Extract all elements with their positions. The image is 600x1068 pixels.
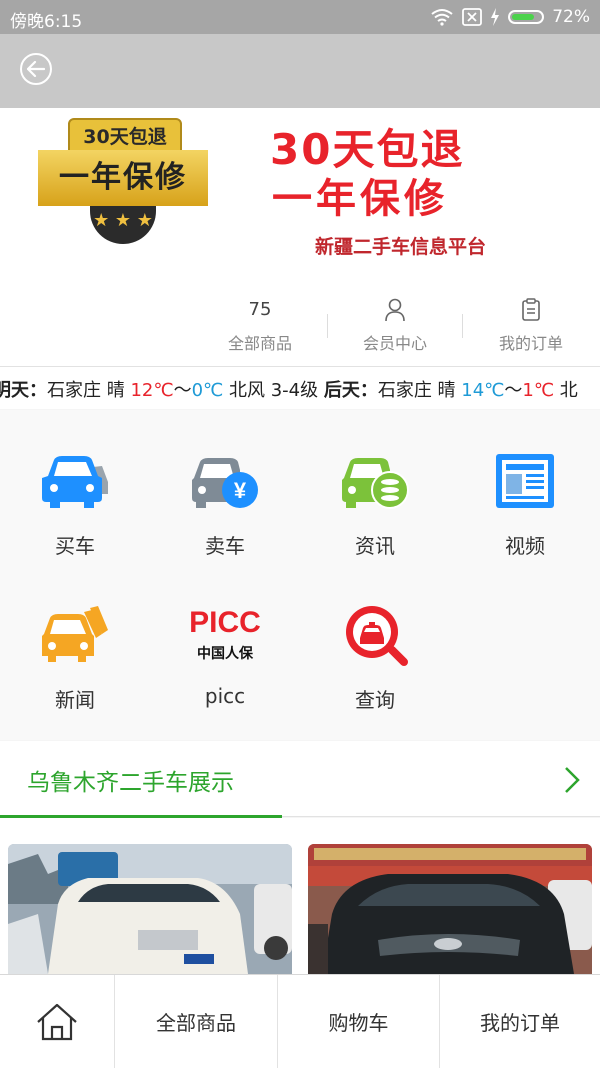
tab-label: 购物车 bbox=[328, 1011, 389, 1035]
all-products-stat[interactable]: 75 全部商品 bbox=[200, 298, 320, 354]
grid-item-video[interactable]: 视频 bbox=[450, 446, 600, 559]
bottom-tab-bar: 全部商品 购物车 我的订单 bbox=[0, 974, 600, 1068]
grid-label: 买车 bbox=[55, 534, 95, 558]
ticker-high: 14℃ bbox=[461, 380, 505, 401]
grid-label: picc bbox=[204, 684, 246, 708]
picc-logo-icon: PICC 中国人保 bbox=[190, 606, 260, 662]
grid-label: 查询 bbox=[355, 688, 395, 712]
category-grid: 买车 ¥ 卖车 资讯 视频 新闻 PICC 中国人保 picc 查询 bbox=[0, 410, 600, 740]
tab-my-orders[interactable]: 我的订单 bbox=[440, 975, 600, 1068]
ticker-city: 石家庄 晴 bbox=[47, 380, 131, 401]
grid-item-news-info[interactable]: 资讯 bbox=[300, 446, 450, 559]
ticker-sep: ～ bbox=[173, 380, 192, 401]
section-title: 乌鲁木齐二手车展示 bbox=[27, 770, 234, 796]
grid-item-query[interactable]: 查询 bbox=[300, 600, 450, 713]
battery-icon bbox=[508, 10, 545, 24]
grid-item-picc[interactable]: PICC 中国人保 picc bbox=[150, 600, 300, 708]
banner-subtitle: 新疆二手车信息平台 bbox=[315, 236, 487, 258]
banner-title-line2: 一年保修 bbox=[272, 176, 448, 222]
back-arrow-icon bbox=[27, 61, 45, 77]
search-car-icon bbox=[346, 606, 408, 666]
badge-stars: ★ ★ ★ bbox=[90, 206, 156, 244]
back-button[interactable] bbox=[20, 53, 52, 85]
status-bar: 傍晚6:15 72% bbox=[0, 0, 600, 34]
sell-car-icon: ¥ bbox=[192, 458, 258, 508]
ticker-low: 1℃ bbox=[522, 380, 555, 401]
picc-logo-text: PICC bbox=[190, 606, 260, 639]
grid-item-buy-car[interactable]: 买车 bbox=[0, 446, 150, 559]
promo-banner[interactable]: 30天包退 一年保修 ★ ★ ★ 30天包退 一年保修 新疆二手车信息平台 bbox=[0, 108, 600, 288]
clipboard-icon bbox=[522, 298, 540, 321]
car-photo bbox=[308, 844, 592, 974]
grid-item-news[interactable]: 新闻 bbox=[0, 600, 150, 713]
badge-main-text: 一年保修 bbox=[38, 150, 208, 206]
grid-label: 新闻 bbox=[55, 688, 95, 712]
nav-bar bbox=[0, 34, 600, 108]
products-label: 全部商品 bbox=[227, 334, 292, 353]
battery-percent: 72% bbox=[552, 7, 590, 27]
car-card[interactable] bbox=[308, 844, 592, 974]
grid-label: 卖车 bbox=[205, 534, 245, 558]
tab-cart[interactable]: 购物车 bbox=[278, 975, 440, 1068]
picc-logo-sub: 中国人保 bbox=[197, 645, 254, 662]
ticker-sep: ～ bbox=[504, 380, 523, 401]
no-sim-icon bbox=[462, 8, 483, 26]
my-orders-stat[interactable]: 我的订单 bbox=[471, 298, 591, 354]
car-list bbox=[0, 818, 600, 974]
weather-ticker: 明天：石家庄 晴 12℃～0℃ 北风 3-4级 后天：石家庄 晴 14℃～1℃ … bbox=[0, 367, 600, 409]
battery-fill bbox=[512, 14, 535, 20]
tab-label: 全部商品 bbox=[156, 1011, 236, 1035]
ticker-tail: 北 bbox=[554, 380, 578, 401]
member-center-stat[interactable]: 会员中心 bbox=[335, 298, 455, 354]
ticker-city: 石家庄 晴 bbox=[377, 380, 462, 401]
tab-all-products[interactable]: 全部商品 bbox=[115, 975, 278, 1068]
ticker-high: 12℃ bbox=[130, 380, 174, 401]
status-icons: 72% bbox=[430, 7, 590, 27]
car-card[interactable] bbox=[8, 844, 292, 974]
ticker-day: 明天： bbox=[0, 380, 47, 401]
car-photo bbox=[8, 844, 292, 974]
products-count: 75 bbox=[248, 299, 272, 320]
divider bbox=[462, 314, 463, 338]
tab-home[interactable] bbox=[0, 975, 115, 1068]
home-icon bbox=[37, 1003, 77, 1040]
grid-label: 资讯 bbox=[355, 534, 395, 558]
divider bbox=[282, 816, 600, 817]
news-car-icon bbox=[42, 606, 108, 662]
section-header[interactable]: 乌鲁木齐二手车展示 bbox=[0, 741, 600, 818]
grid-item-sell-car[interactable]: ¥ 卖车 bbox=[150, 446, 300, 559]
wifi-icon bbox=[431, 9, 453, 26]
ticker-day: 后天： bbox=[323, 380, 378, 401]
info-car-icon bbox=[342, 458, 409, 509]
orders-label: 我的订单 bbox=[498, 334, 563, 353]
ticker-wind: 北风 3-4级 bbox=[223, 380, 324, 401]
grid-label: 视频 bbox=[505, 534, 545, 558]
ticker-low: 0℃ bbox=[191, 380, 224, 401]
user-icon bbox=[385, 298, 405, 322]
newspaper-icon bbox=[496, 454, 554, 508]
svg-text:¥: ¥ bbox=[234, 478, 247, 503]
buy-car-icon bbox=[42, 456, 108, 508]
warranty-badge: 30天包退 一年保修 ★ ★ ★ bbox=[38, 114, 208, 252]
divider bbox=[327, 314, 328, 338]
tab-label: 我的订单 bbox=[480, 1011, 560, 1035]
status-time: 傍晚6:15 bbox=[10, 12, 83, 32]
member-label: 会员中心 bbox=[362, 334, 427, 353]
stats-bar: 75 全部商品 会员中心 我的订单 bbox=[0, 288, 600, 367]
charging-icon bbox=[491, 8, 500, 26]
chevron-right-icon[interactable] bbox=[564, 766, 580, 794]
